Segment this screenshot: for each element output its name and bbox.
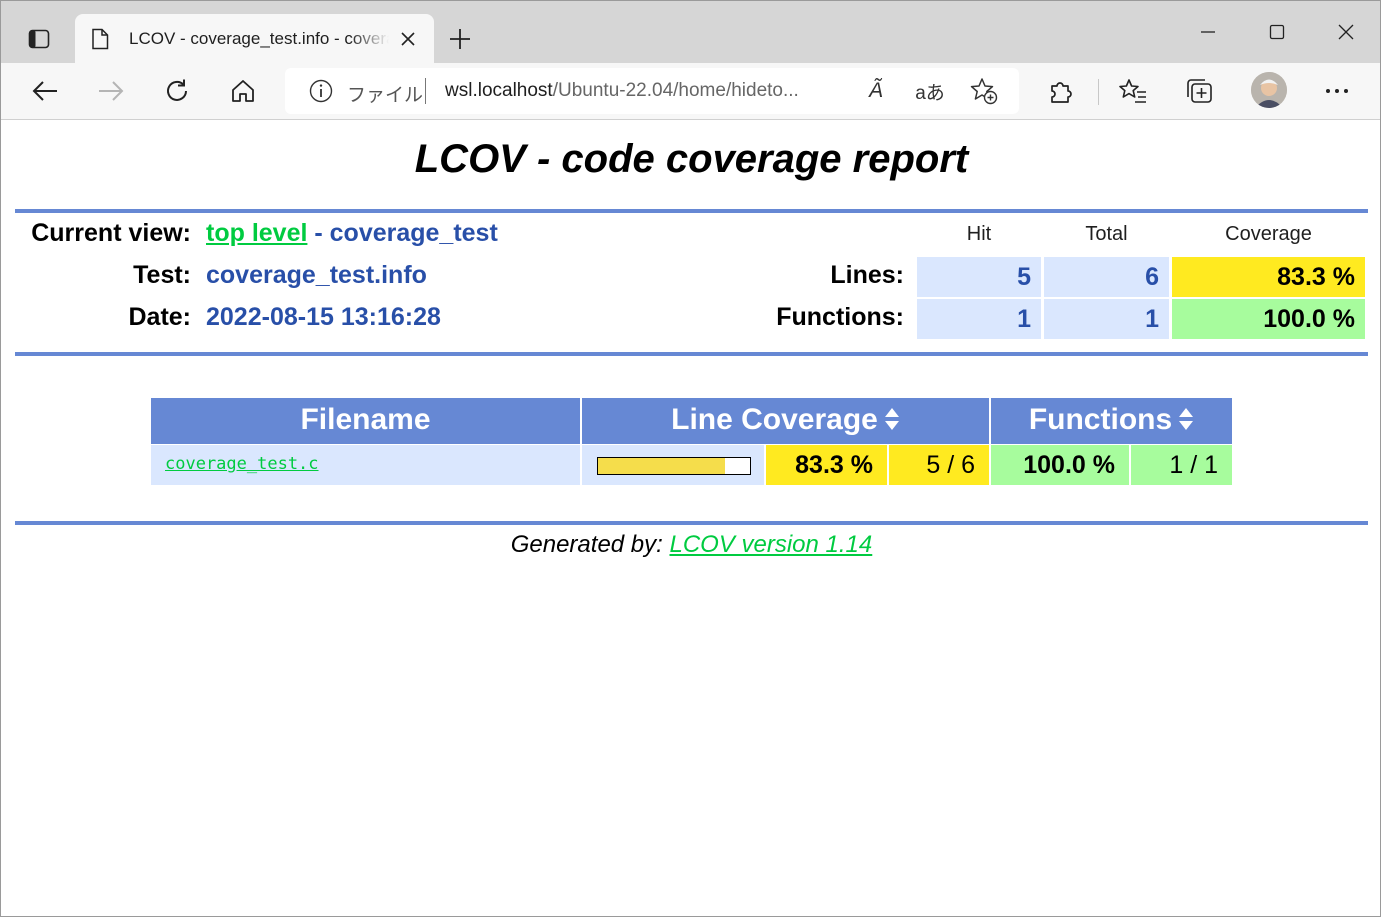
info-icon[interactable] <box>309 79 333 103</box>
puzzle-icon <box>1051 82 1072 103</box>
collections-icon <box>1187 79 1212 103</box>
translate-button[interactable]: aあ <box>915 77 945 105</box>
hit-column-header: Hit <box>966 223 992 245</box>
coverage-column-header: Coverage <box>1225 223 1312 245</box>
functions-coverage: 100.0 % <box>1172 299 1365 339</box>
address-separator <box>425 78 426 104</box>
url-text[interactable]: wsl.localhost/Ubuntu-22.04/home/hideto..… <box>445 80 845 102</box>
functions-column-header[interactable]: Functions <box>991 398 1232 444</box>
profile-avatar[interactable] <box>1251 72 1287 108</box>
url-path: /Ubuntu-22.04/home/hideto... <box>552 80 799 101</box>
line-coverage-header-label: Line Coverage <box>671 403 878 436</box>
tab-actions-button[interactable] <box>23 25 55 53</box>
refresh-button[interactable] <box>157 73 197 109</box>
line-coverage-hits: 5 / 6 <box>889 445 989 485</box>
functions-hit: 1 <box>917 299 1041 339</box>
favorites-button[interactable] <box>1113 73 1153 109</box>
tab-active[interactable]: LCOV - coverage_test.info - coverage_tes… <box>75 14 434 63</box>
maximize-icon <box>1269 24 1285 40</box>
function-coverage-rate: 100.0 % <box>991 445 1129 485</box>
header-ruler-top <box>15 209 1368 213</box>
page-content: LCOV - code coverage report Current view… <box>1 121 1380 916</box>
total-column-header: Total <box>1085 223 1128 245</box>
maximize-button[interactable] <box>1262 19 1292 45</box>
toolbar-separator <box>1098 79 1099 105</box>
test-label: Test: <box>133 261 191 289</box>
arrow-left-icon <box>32 81 57 101</box>
tab-title: LCOV - coverage_test.info - coverage_tes… <box>129 29 389 48</box>
coverage-bar-fill <box>598 458 725 474</box>
close-icon <box>401 32 415 46</box>
sort-icon[interactable] <box>1178 407 1194 431</box>
star-add-icon <box>970 78 998 105</box>
filename-header-label: Filename <box>300 403 431 436</box>
minimize-icon <box>1201 31 1215 33</box>
lines-hit: 5 <box>917 257 1041 297</box>
tab-actions-icon <box>28 29 50 49</box>
new-tab-button[interactable] <box>446 25 474 53</box>
navigation-bar: ファイル wsl.localhost/Ubuntu-22.04/home/hid… <box>1 63 1380 120</box>
tab-bar: LCOV - coverage_test.info - coverage_tes… <box>1 1 1380 63</box>
tab-close-button[interactable] <box>397 28 419 50</box>
minimize-button[interactable] <box>1193 19 1223 45</box>
refresh-icon <box>167 79 187 101</box>
favorites-icon <box>1119 79 1146 103</box>
back-button[interactable] <box>25 73 65 109</box>
forward-button[interactable] <box>91 73 131 109</box>
footer: Generated by: LCOV version 1.14 <box>1 531 1380 559</box>
test-value: coverage_test.info <box>206 261 427 289</box>
collections-button[interactable] <box>1179 73 1219 109</box>
translate-icon: aあ <box>915 82 945 104</box>
lines-coverage: 83.3 % <box>1172 257 1365 297</box>
add-favorite-button[interactable] <box>969 77 999 105</box>
footer-ruler <box>15 521 1368 525</box>
table-row-filename: coverage_test.c <box>151 445 580 485</box>
current-view-value: top level - coverage_test <box>206 219 498 248</box>
page-title: LCOV - code coverage report <box>414 137 969 181</box>
line-coverage-column-header[interactable]: Line Coverage <box>582 398 989 444</box>
lines-label: Lines: <box>830 261 904 289</box>
top-level-link[interactable]: top level <box>206 219 307 247</box>
lcov-version-link[interactable]: LCOV version 1.14 <box>669 531 872 558</box>
home-button[interactable] <box>223 73 263 109</box>
extensions-button[interactable] <box>1041 73 1081 109</box>
settings-menu-button[interactable] <box>1317 73 1357 109</box>
document-icon <box>91 28 109 50</box>
date-value: 2022-08-15 13:16:28 <box>206 303 441 331</box>
home-icon <box>232 80 254 102</box>
functions-label: Functions: <box>776 303 904 331</box>
url-host: wsl.localhost <box>445 80 553 101</box>
date-label: Date: <box>128 303 191 331</box>
line-coverage-rate: 83.3 % <box>766 445 887 485</box>
browser-window: LCOV - coverage_test.info - coverage_tes… <box>0 0 1381 917</box>
function-coverage-hits: 1 / 1 <box>1131 445 1232 485</box>
current-view-label: Current view: <box>31 219 191 247</box>
footer-prefix: Generated by: <box>510 531 670 558</box>
close-icon <box>1338 24 1354 40</box>
read-aloud-button[interactable]: Ã <box>861 77 891 105</box>
plus-icon <box>450 29 470 49</box>
avatar-icon <box>1251 72 1287 108</box>
current-view-rest: - coverage_test <box>307 219 498 247</box>
table-row-coverage-bar <box>582 445 764 485</box>
read-aloud-icon: Ã <box>868 79 883 102</box>
header-ruler-bottom <box>15 352 1368 356</box>
scheme-label: ファイル <box>347 85 424 106</box>
lines-total: 6 <box>1044 257 1169 297</box>
filename-column-header: Filename <box>151 398 580 444</box>
functions-total: 1 <box>1044 299 1169 339</box>
window-close-button[interactable] <box>1331 19 1361 45</box>
coverage-bar <box>597 457 751 475</box>
functions-header-label: Functions <box>1028 403 1173 436</box>
arrow-right-icon <box>99 81 124 101</box>
address-bar[interactable]: ファイル wsl.localhost/Ubuntu-22.04/home/hid… <box>285 68 1019 114</box>
sort-icon[interactable] <box>884 407 900 431</box>
file-link[interactable]: coverage_test.c <box>165 454 319 474</box>
more-icon <box>1326 89 1348 93</box>
